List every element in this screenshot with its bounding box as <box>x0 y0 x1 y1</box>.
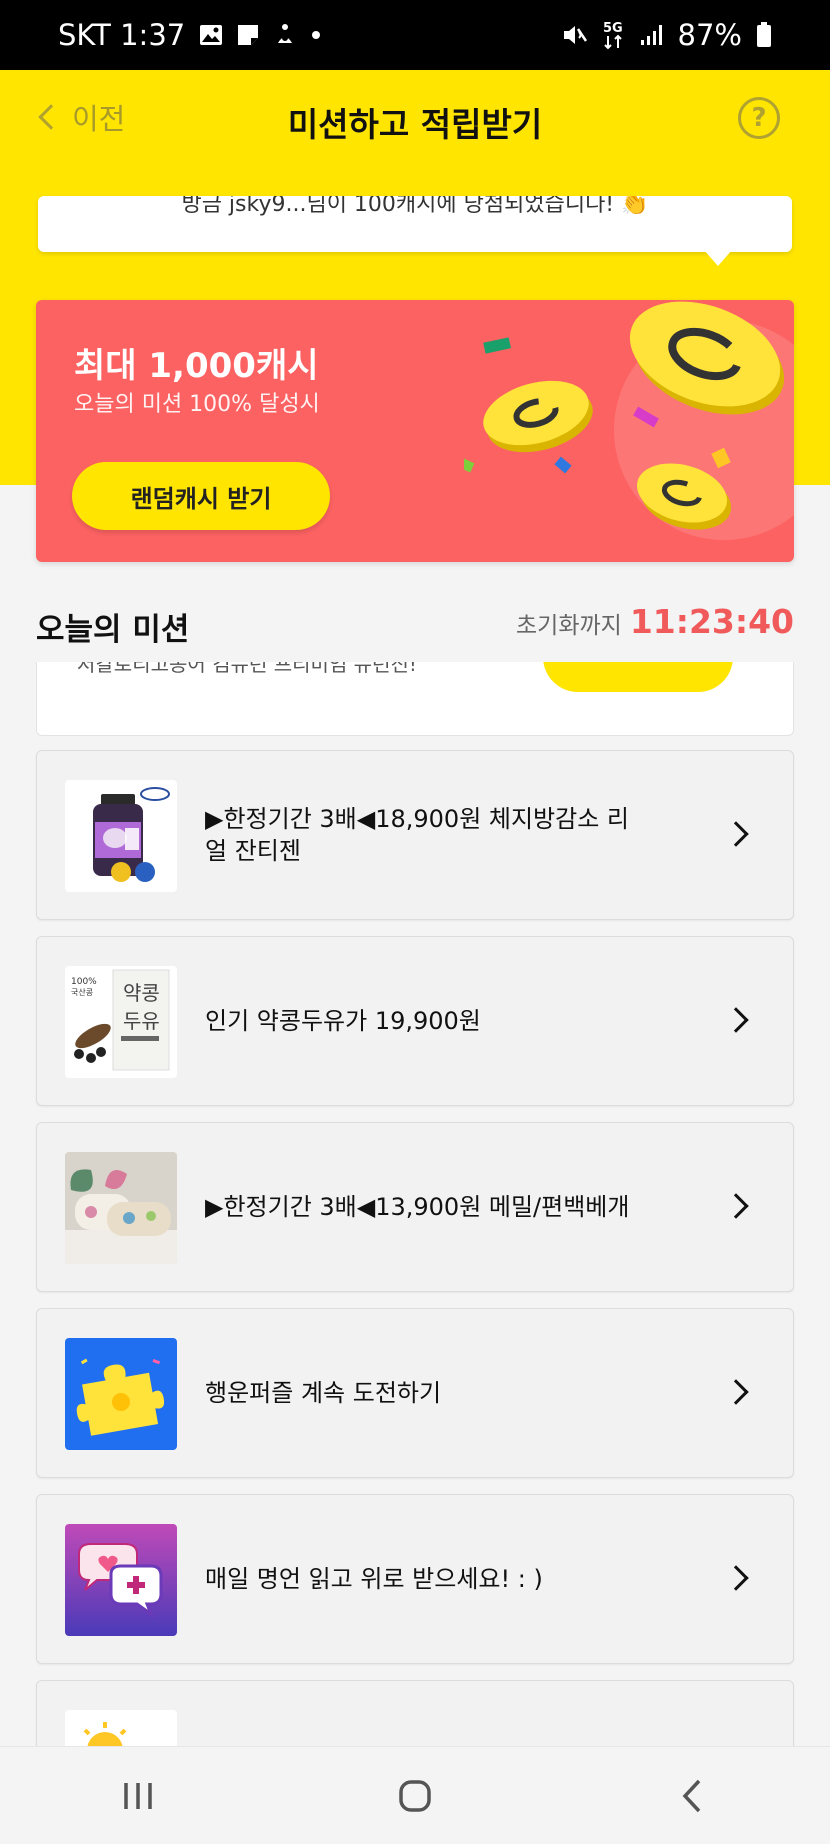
chevron-right-icon <box>723 821 749 847</box>
mission-card[interactable]: 매일 명언 읽고 위로 받으세요! : ) <box>36 1494 794 1664</box>
5g-icon: 5G <box>602 20 626 50</box>
mission-card[interactable]: ▶한정기간 3배◀18,900원 체지방감소 리얼 잔티젠 <box>36 750 794 920</box>
coin-small <box>636 463 732 530</box>
chevron-right-icon <box>723 1007 749 1033</box>
missions-header: 오늘의 미션 초기화까지 11:23:40 <box>36 598 794 648</box>
back-nav-button[interactable] <box>652 1766 732 1826</box>
pillow-thumbnail <box>65 1152 177 1264</box>
back-arrow-icon <box>682 1779 700 1812</box>
reset-time: 11:23:40 <box>629 602 794 641</box>
accessibility-icon <box>273 23 297 47</box>
coins-illustration <box>464 301 785 530</box>
carrier-time: SKT 1:37 <box>58 18 186 52</box>
reset-timer: 초기화까지 11:23:40 <box>516 602 794 641</box>
battery-percent: 87% <box>677 18 742 52</box>
winner-notice-text: 방금 jsky9...님이 100캐시에 당첨되었습니다! 👏 <box>181 196 649 217</box>
chevron-right-icon <box>723 1565 749 1591</box>
dot-icon <box>311 30 321 40</box>
mission-text: ▶한정기간 3배◀18,900원 체지방감소 리얼 잔티젠 <box>205 805 630 865</box>
status-bar: SKT 1:37 5G 87% <box>0 0 830 70</box>
screen: SKT 1:37 5G 87% 이전 미션하고 적립받기 ? 방금 jsky9.… <box>0 0 830 1844</box>
notice-tail <box>704 250 732 266</box>
puzzle-icon <box>65 1338 177 1450</box>
clipped-mission-button[interactable] <box>543 662 733 692</box>
chevron-right-icon <box>723 1193 749 1219</box>
system-nav-bar <box>0 1746 830 1844</box>
soy-thumb-origin: 국산콩 <box>71 987 93 997</box>
mission-text: 인기 약콩두유가 19,900원 <box>205 1007 481 1035</box>
soy-thumb-word-2: 두유 <box>123 1009 160 1033</box>
note-icon <box>237 24 259 46</box>
help-icon[interactable]: ? <box>738 97 780 139</box>
top-nav: 이전 미션하고 적립받기 ? <box>0 70 830 170</box>
soy-thumb-word-1: 약콩 <box>123 981 160 1005</box>
supplement-thumbnail <box>65 780 177 892</box>
reset-label: 초기화까지 <box>516 613 622 639</box>
mission-card[interactable]: 100% 국산콩 약콩 두유 인기 약콩두유가 19,900원 <box>36 936 794 1106</box>
home-icon <box>399 1779 431 1812</box>
chevron-right-icon <box>723 1379 749 1405</box>
promo-title: 최대 1,000캐시 <box>74 346 319 386</box>
battery-icon <box>756 22 772 48</box>
promo-card: 최대 1,000캐시 오늘의 미션 100% 달성시 랜덤캐시 받기 <box>36 300 794 562</box>
svg-text:5G: 5G <box>603 21 623 36</box>
status-left: SKT 1:37 <box>58 18 321 52</box>
status-right: 5G 87% <box>562 18 772 52</box>
random-cash-button[interactable]: 랜덤캐시 받기 <box>72 462 330 530</box>
missions-title: 오늘의 미션 <box>36 612 190 648</box>
mission-text: 매일 명언 읽고 위로 받으세요! : ) <box>205 1565 543 1593</box>
coin-medium <box>483 380 593 453</box>
recent-apps-icon <box>124 1782 153 1809</box>
home-button[interactable] <box>375 1766 455 1826</box>
speech-bubbles-icon <box>65 1524 177 1636</box>
soy-milk-thumbnail: 100% 국산콩 약콩 두유 <box>65 966 177 1078</box>
soy-thumb-percent: 100% <box>71 977 97 987</box>
promo-subtitle: 오늘의 미션 100% 달성시 <box>74 392 320 417</box>
mission-card-clipped[interactable]: 저칼로리고농어 컴뉴런 프리미엄 뉴런진! <box>36 662 794 736</box>
recent-apps-button[interactable] <box>98 1766 178 1826</box>
page-title: 미션하고 적립받기 <box>287 105 543 144</box>
help-label: ? <box>751 103 767 133</box>
mission-text: ▶한정기간 3배◀13,900원 메밀/편백베개 <box>205 1193 630 1221</box>
image-icon <box>199 24 223 46</box>
mission-card[interactable]: ▶한정기간 3배◀13,900원 메밀/편백베개 <box>36 1122 794 1292</box>
clipped-mission-text: 저칼로리고농어 컴뉴런 프리미엄 뉴런진! <box>77 662 417 676</box>
winner-notice: 방금 jsky9...님이 100캐시에 당첨되었습니다! 👏 <box>38 196 792 252</box>
mission-card[interactable]: 행운퍼즐 계속 도전하기 <box>36 1308 794 1478</box>
mission-text: 행운퍼즐 계속 도전하기 <box>205 1379 442 1407</box>
signal-icon <box>640 24 664 46</box>
mute-icon <box>562 23 588 47</box>
